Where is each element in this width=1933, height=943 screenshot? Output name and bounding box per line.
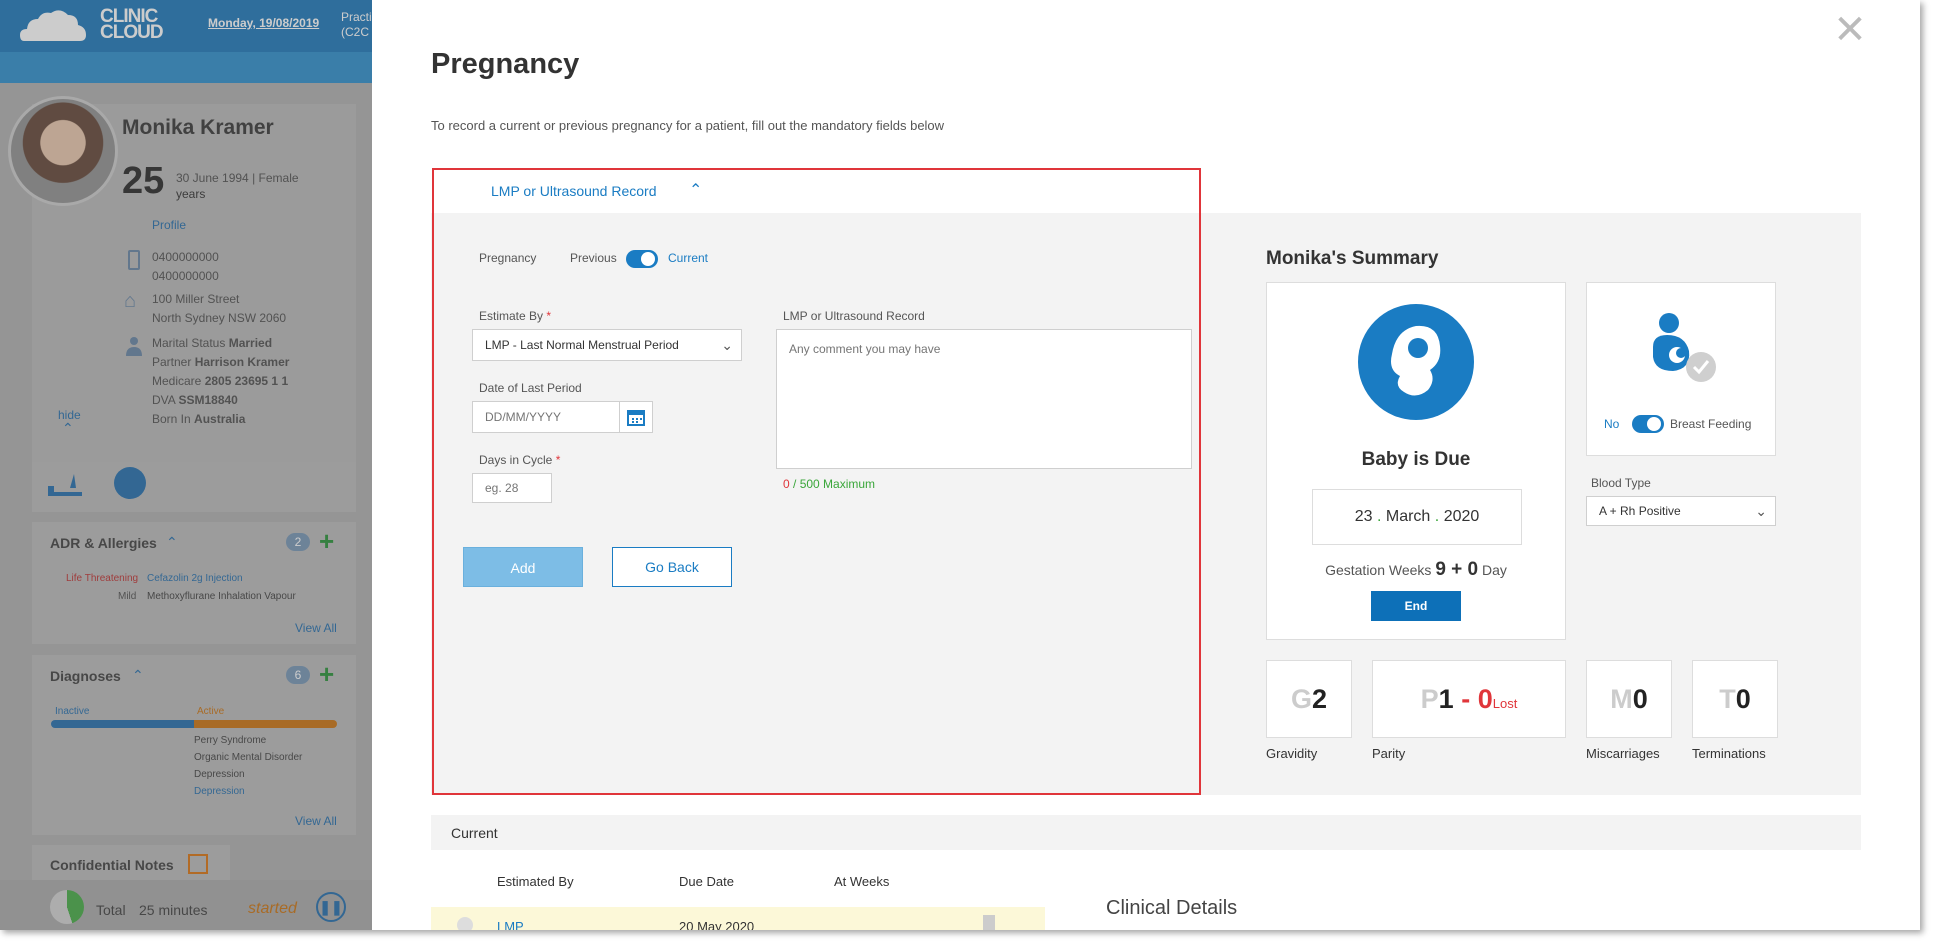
row-due-date: 20 May 2020 (679, 919, 755, 930)
row-estimated-by[interactable]: LMP (497, 919, 524, 930)
record-label: LMP or Ultrasound Record (783, 309, 925, 323)
required-mark: * (546, 309, 552, 323)
record-textarea[interactable] (776, 329, 1192, 469)
date-last-period-input[interactable] (472, 401, 620, 433)
clinical-details-title: Clinical Details (1106, 897, 1238, 919)
char-counter: 0 / 500 Maximum (783, 477, 875, 491)
due-date-card: Baby is Due 23 . March . 2020 Gestation … (1266, 282, 1566, 640)
due-date-display: 23 . March . 2020 (1312, 489, 1522, 545)
days-cycle-label-text: Days in Cycle (479, 453, 553, 467)
fetus-icon (1358, 304, 1474, 420)
gravidity-letter: G (1290, 684, 1312, 714)
due-day: 23 (1354, 508, 1373, 525)
gravidity-label: Gravidity (1266, 746, 1318, 761)
miscarriages-letter: M (1610, 684, 1633, 714)
date-last-period-label: Date of Last Period (479, 381, 582, 395)
pregnancy-toggle[interactable] (626, 250, 658, 268)
pregnancy-modal: ✕ Pregnancy To record a current or previ… (372, 0, 1920, 930)
blood-type-select[interactable]: A + Rh Positive ⌄ (1586, 496, 1776, 526)
due-month: March (1385, 508, 1431, 525)
add-button[interactable]: Add (463, 547, 583, 587)
miscarriages-value: 0 (1632, 684, 1648, 714)
required-mark: * (555, 453, 561, 467)
chevron-down-icon[interactable]: ⌄ (1755, 497, 1767, 525)
go-back-button[interactable]: Go Back (612, 547, 732, 587)
gravidity-card: G2 (1266, 660, 1352, 738)
pregnancy-label: Pregnancy (479, 251, 537, 265)
dim-overlay (0, 0, 372, 930)
estimate-by-value: LMP - Last Normal Menstrual Period (485, 338, 679, 352)
tab-chevron-up-icon[interactable]: ⌃ (689, 169, 702, 213)
screen: CLINIC CLOUD Monday, 19/08/2019 Practi (… (0, 0, 1920, 930)
gravidity-value: 2 (1311, 684, 1328, 714)
summary-title: Monika's Summary (1266, 248, 1439, 269)
baby-due-heading: Baby is Due (1361, 449, 1471, 470)
miscarriages-label: Miscarriages (1586, 746, 1660, 761)
table-row[interactable]: LMP 20 May 2020 (431, 907, 1045, 930)
clipboard-icon[interactable] (983, 915, 995, 930)
breastfeeding-no-label: No (1604, 417, 1620, 431)
miscarriages-card: M0 (1586, 660, 1672, 738)
blood-type-label: Blood Type (1591, 476, 1651, 490)
terminations-value: 0 (1735, 684, 1751, 714)
close-icon[interactable]: ✕ (1832, 10, 1868, 50)
date-sep: . (1434, 508, 1440, 525)
page-subtitle: To record a current or previous pregnanc… (431, 118, 945, 133)
col-due-date: Due Date (679, 874, 734, 889)
gestation-weeks: 9 + 0 (1435, 559, 1479, 580)
parity-dash: - (1461, 684, 1471, 714)
page-title: Pregnancy (431, 48, 580, 80)
days-cycle-label: Days in Cycle * (479, 453, 560, 467)
current-section-label: Current (451, 825, 498, 841)
breastfeeding-icon (1645, 311, 1719, 385)
parity-value: 1 (1438, 684, 1454, 714)
breastfeeding-card: No Breast Feeding (1586, 282, 1776, 456)
tab-lmp-ultrasound[interactable]: LMP or Ultrasound Record ⌃ (467, 169, 727, 213)
terminations-label: Terminations (1692, 746, 1766, 761)
chevron-down-icon[interactable]: ⌄ (721, 330, 733, 360)
parity-lost-label: Lost (1492, 696, 1518, 711)
calendar-button[interactable] (619, 401, 653, 433)
col-at-weeks: At Weeks (834, 874, 890, 889)
char-count: 0 (783, 477, 790, 491)
terminations-card: T0 (1692, 660, 1778, 738)
background-app: CLINIC CLOUD Monday, 19/08/2019 Practi (… (0, 0, 372, 930)
toggle-current-label: Current (668, 251, 709, 265)
current-section-bar: Current (431, 815, 1861, 850)
estimate-by-select[interactable]: LMP - Last Normal Menstrual Period ⌄ (472, 329, 742, 361)
blood-type-value: A + Rh Positive (1599, 504, 1681, 518)
parity-card: P1 - 0Lost (1372, 660, 1566, 738)
breastfeeding-toggle[interactable] (1632, 415, 1664, 433)
end-button[interactable]: End (1371, 591, 1461, 621)
estimate-by-label-text: Estimate By (479, 309, 544, 323)
terminations-letter: T (1719, 684, 1736, 714)
parity-label: Parity (1372, 746, 1406, 761)
gestation: Gestation Weeks 9 + 0 Day (1267, 559, 1565, 581)
gestation-unit: Day (1482, 562, 1507, 578)
tab-label: LMP or Ultrasound Record (491, 183, 657, 199)
gestation-label: Gestation Weeks (1325, 562, 1432, 578)
row-check-icon[interactable] (457, 917, 473, 930)
char-max: / 500 Maximum (793, 477, 876, 491)
date-sep: . (1376, 508, 1382, 525)
parity-letter: P (1420, 684, 1439, 714)
calendar-icon (627, 410, 645, 426)
due-year: 2020 (1443, 508, 1480, 525)
estimate-by-label: Estimate By * (479, 309, 551, 323)
toggle-previous-label: Previous (570, 251, 617, 265)
form-panel (431, 213, 1231, 795)
parity-lost-value: 0 (1477, 684, 1493, 714)
days-cycle-input[interactable] (472, 473, 552, 503)
col-estimated-by: Estimated By (497, 874, 574, 889)
breastfeeding-label: Breast Feeding (1670, 417, 1752, 431)
